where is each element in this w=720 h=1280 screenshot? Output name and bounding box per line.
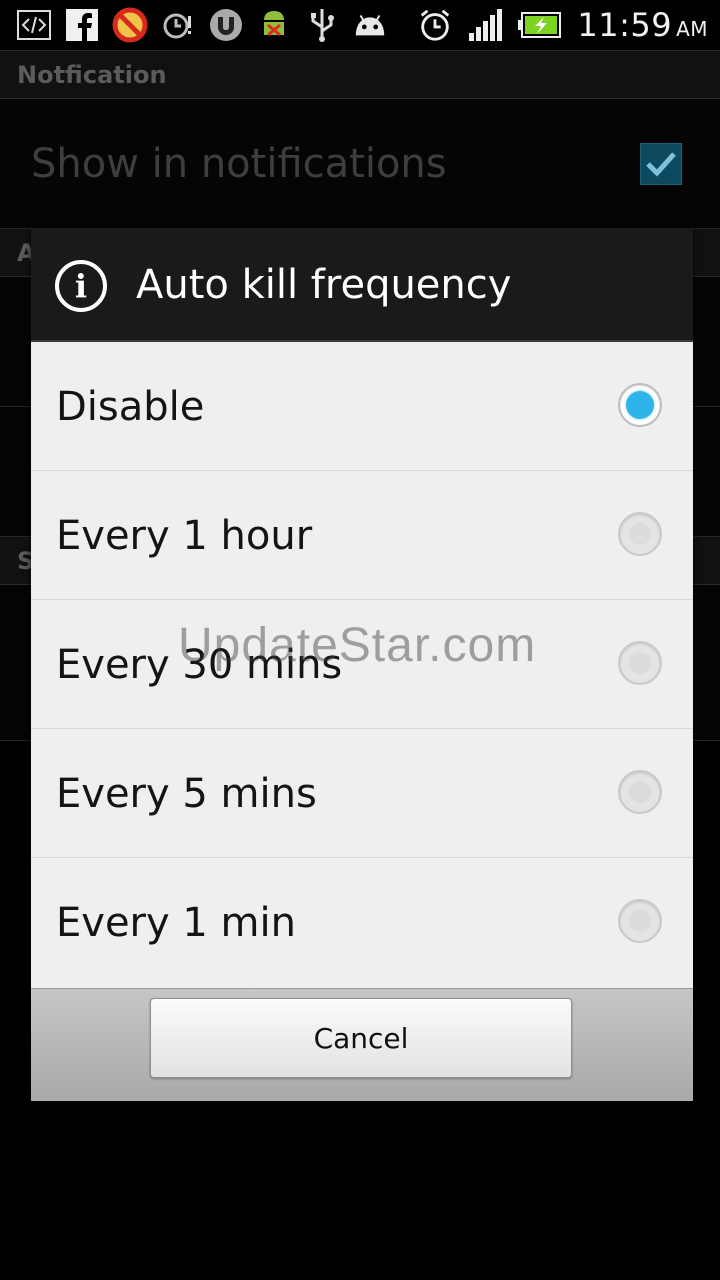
show-in-notifications-row[interactable]: Show in notifications [0, 99, 720, 229]
signal-icon [467, 7, 503, 43]
usb-icon [304, 7, 340, 43]
option-every-1-min[interactable]: Every 1 min [31, 858, 693, 987]
notification-icons [16, 5, 388, 45]
option-every-30-mins[interactable]: Every 30 mins [31, 600, 693, 729]
battery-charging-icon [517, 7, 563, 43]
system-status: 11:59 AM [417, 5, 708, 45]
option-label: Every 30 mins [56, 642, 343, 688]
option-every-5-mins[interactable]: Every 5 mins [31, 729, 693, 858]
section-header-notification: Notfication [0, 51, 720, 99]
dialog-title: Auto kill frequency [136, 262, 512, 308]
frequency-option-list: Disable Every 1 hour Every 30 mins Every… [31, 342, 693, 988]
option-label: Disable [56, 384, 205, 430]
status-bar: 11:59 AM [0, 0, 720, 51]
option-disable[interactable]: Disable [31, 342, 693, 471]
alarm-icon [417, 7, 453, 43]
blocked-icon [112, 7, 148, 43]
clock-ampm: AM [676, 17, 708, 41]
section-title: Notfication [17, 61, 167, 89]
android-debug-icon [256, 7, 292, 43]
radio-button[interactable] [618, 770, 662, 814]
info-icon: i [55, 260, 107, 312]
option-every-1-hour[interactable]: Every 1 hour [31, 471, 693, 600]
option-label: Every 5 mins [56, 771, 317, 817]
torrent-icon [208, 7, 244, 43]
cancel-button[interactable]: Cancel [150, 998, 572, 1078]
setting-label: Show in notifications [31, 141, 447, 187]
clock-time: 11:59 [577, 6, 673, 44]
dialog-button-bar: Cancel [31, 988, 693, 1101]
clock-alert-icon [160, 7, 196, 43]
dialog-title-bar: i Auto kill frequency [31, 229, 693, 342]
option-label: Every 1 hour [56, 513, 313, 559]
radio-button[interactable] [618, 512, 662, 556]
clock: 11:59 AM [577, 6, 708, 44]
option-label: Every 1 min [56, 900, 296, 946]
facebook-icon [64, 7, 100, 43]
show-in-notifications-checkbox[interactable] [640, 143, 682, 185]
radio-button[interactable] [618, 899, 662, 943]
radio-button-selected[interactable] [618, 383, 662, 427]
auto-kill-frequency-dialog: i Auto kill frequency Disable Every 1 ho… [31, 229, 693, 1101]
code-icon [16, 7, 52, 43]
radio-button[interactable] [618, 641, 662, 685]
android-icon [352, 7, 388, 43]
